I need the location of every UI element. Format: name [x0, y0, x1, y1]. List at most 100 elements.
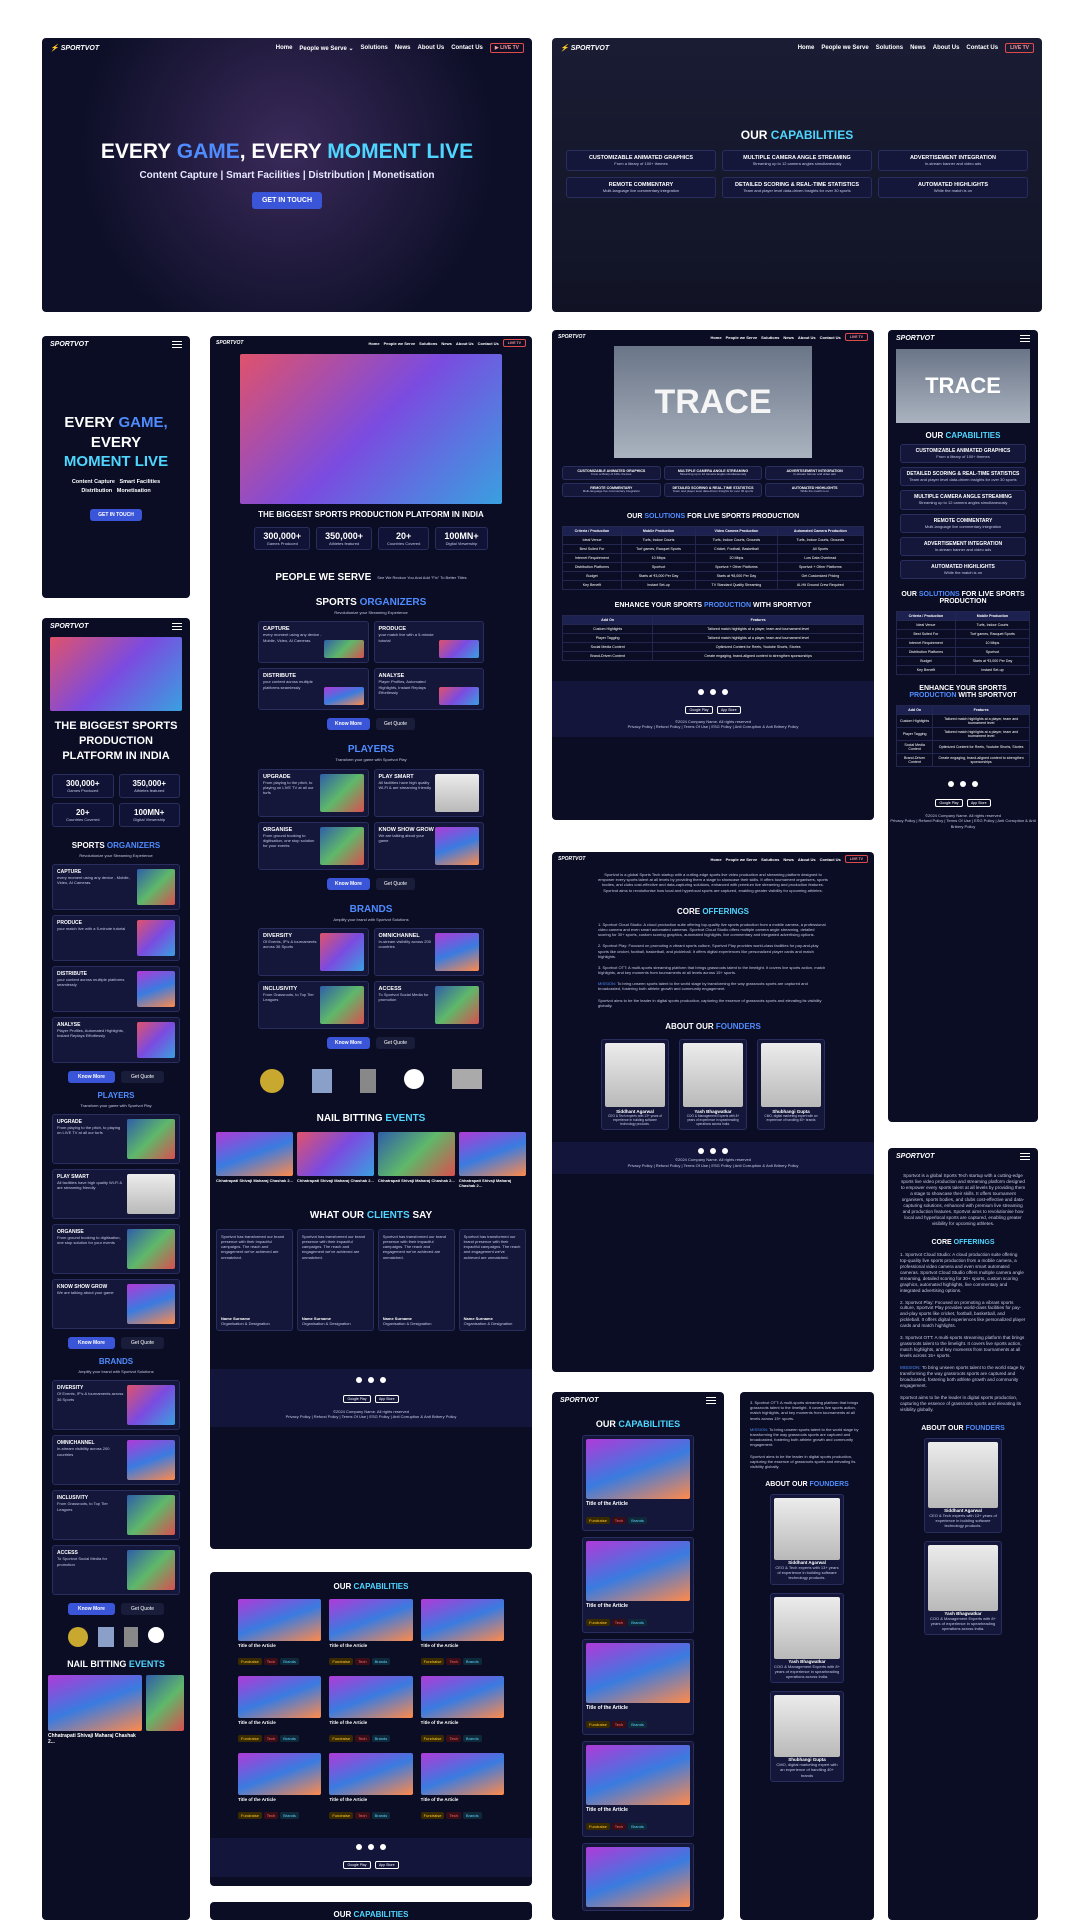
nav-solutions[interactable]: Solutions	[419, 341, 437, 346]
google-play-badge[interactable]: Google Play	[343, 1394, 371, 1403]
get-in-touch-button[interactable]: GET IN TOUCH	[90, 509, 142, 522]
event-card[interactable]: Chhatrapati Shivaji Maharaj Chashak 2...	[377, 1131, 455, 1188]
brand-logo[interactable]: SPORTVOT	[50, 623, 88, 630]
nav-contact[interactable]: Contact Us	[966, 45, 998, 51]
brand-logo[interactable]: SPORTVOT	[558, 334, 585, 340]
nav-about[interactable]: About Us	[798, 335, 816, 340]
nav-news[interactable]: News	[783, 857, 793, 862]
event-card[interactable]: Chhatrapati Shivaji Maharaj Chashak 2...	[296, 1131, 374, 1188]
google-play-badge[interactable]: Google Play	[343, 1861, 371, 1869]
app-store-badge[interactable]: App Store	[966, 799, 991, 808]
app-store-badge[interactable]: App Store	[374, 1394, 399, 1403]
live-tv-button[interactable]: LIVE TV	[844, 333, 868, 341]
google-play-badge[interactable]: Google Play	[935, 799, 963, 808]
get-quote-button[interactable]: Get Quote	[375, 718, 416, 731]
nav-people[interactable]: People we Serve	[821, 45, 868, 51]
get-in-touch-button[interactable]: GET IN TOUCH	[251, 192, 323, 209]
nav-about[interactable]: About Us	[933, 45, 960, 51]
live-tv-button[interactable]: LIVE TV	[502, 339, 526, 347]
social-icons[interactable]	[552, 1148, 874, 1155]
brand-logo[interactable]: ⚡ SPORTVOT	[560, 44, 609, 53]
nav-news[interactable]: News	[441, 341, 451, 346]
nav-people[interactable]: People we Serve	[384, 341, 416, 346]
get-quote-button[interactable]: Get Quote	[375, 877, 416, 890]
brand-logo[interactable]: SPORTVOT	[50, 341, 88, 348]
get-quote-button[interactable]: Get Quote	[375, 1036, 416, 1049]
know-more-button[interactable]: Know More	[67, 1603, 115, 1616]
social-icons[interactable]	[888, 781, 1038, 788]
menu-icon[interactable]	[1020, 335, 1030, 342]
nav-solutions[interactable]: Solutions	[761, 335, 779, 340]
nav-contact[interactable]: Contact Us	[820, 857, 841, 862]
menu-icon[interactable]	[1020, 1153, 1030, 1160]
get-quote-button[interactable]: Get Quote	[120, 1071, 165, 1084]
app-store-badge[interactable]: App Store	[716, 705, 741, 714]
get-quote-button[interactable]: Get Quote	[120, 1337, 165, 1350]
know-more-button[interactable]: Know More	[67, 1337, 115, 1350]
know-more-button[interactable]: Know More	[326, 1036, 370, 1049]
article-card[interactable]: Title of the Article Fundraise Tech Brands	[420, 1676, 504, 1745]
nav-home[interactable]: Home	[368, 341, 379, 346]
nav-news[interactable]: News	[910, 45, 926, 51]
nav-solutions[interactable]: Solutions	[876, 45, 903, 51]
nav-solutions[interactable]: Solutions	[360, 45, 387, 51]
article-card[interactable]: Title of the Article Fundraise Tech Brands	[329, 1753, 413, 1822]
nav-news[interactable]: News	[395, 45, 411, 51]
article-card[interactable]	[582, 1843, 694, 1911]
menu-icon[interactable]	[172, 623, 182, 630]
article-card[interactable]: Title of the Article Fundraise Tech Brands	[582, 1741, 694, 1837]
article-card[interactable]: Title of the Article Fundraise Tech Brands	[582, 1537, 694, 1633]
nav-news[interactable]: News	[783, 335, 793, 340]
nav-people[interactable]: People we Serve	[726, 335, 758, 340]
app-store-badge[interactable]: App Store	[374, 1861, 399, 1869]
footer-links[interactable]: Privacy Policy | Refund Policy | Terms O…	[210, 1414, 532, 1419]
get-quote-button[interactable]: Get Quote	[120, 1603, 165, 1616]
brand-logo[interactable]: SPORTVOT	[558, 856, 585, 862]
live-tv-button[interactable]: LIVE TV	[1005, 43, 1034, 53]
article-card[interactable]: Title of the Article Fundraise Tech Brands	[238, 1753, 322, 1822]
social-icons[interactable]	[552, 688, 874, 695]
events-carousel[interactable]: Chhatrapati Shivaji Maharaj Chashak 2...	[42, 1669, 190, 1751]
event-card[interactable]: Chhatrapati Shivaji Maharaj Chashak 2...	[216, 1131, 293, 1188]
article-card[interactable]: Title of the Article Fundraise Tech Brands	[582, 1435, 694, 1531]
article-card[interactable]: Title of the Article Fundraise Tech Brands	[582, 1639, 694, 1735]
live-tv-button[interactable]: LIVE TV	[844, 855, 868, 863]
events-carousel[interactable]: Chhatrapati Shivaji Maharaj Chashak 2...…	[210, 1124, 532, 1196]
nav-contact[interactable]: Contact Us	[478, 341, 499, 346]
know-more-button[interactable]: Know More	[326, 718, 370, 731]
nav-people[interactable]: People we Serve	[726, 857, 758, 862]
nav-about[interactable]: About Us	[798, 857, 816, 862]
event-card[interactable]: Chhatrapati Shivaji Maharaj Chashak 2...	[458, 1131, 527, 1188]
article-card[interactable]: Title of the Article Fundraise Tech Brands	[329, 1676, 413, 1745]
event-card[interactable]	[146, 1675, 184, 1745]
brand-logo[interactable]: SPORTVOT	[896, 335, 934, 342]
brand-logo[interactable]: ⚡ SPORTVOT	[50, 44, 99, 53]
footer-links[interactable]: Privacy Policy | Refund Policy | Terms O…	[552, 1163, 874, 1168]
nav-home[interactable]: Home	[710, 857, 721, 862]
event-card[interactable]: Chhatrapati Shivaji Maharaj Chashak 2...	[48, 1675, 143, 1745]
google-play-badge[interactable]: Google Play	[685, 705, 713, 714]
know-more-button[interactable]: Know More	[67, 1071, 115, 1084]
article-card[interactable]: Title of the Article Fundraise Tech Brands	[329, 1599, 413, 1668]
brand-logo[interactable]: SPORTVOT	[560, 1397, 598, 1404]
nav-home[interactable]: Home	[710, 335, 721, 340]
nav-solutions[interactable]: Solutions	[761, 857, 779, 862]
article-card[interactable]: Title of the Article Fundraise Tech Brands	[238, 1599, 322, 1668]
nav-home[interactable]: Home	[276, 45, 293, 51]
nav-about[interactable]: About Us	[418, 45, 445, 51]
article-card[interactable]: Title of the Article Fundraise Tech Brands	[420, 1753, 504, 1822]
footer-links[interactable]: Privacy Policy | Refund Policy | Terms O…	[552, 724, 874, 729]
menu-icon[interactable]	[706, 1397, 716, 1404]
live-tv-button[interactable]: ▶ LIVE TV	[489, 43, 524, 53]
menu-icon[interactable]	[172, 341, 182, 348]
footer-links[interactable]: Privacy Policy | Refund Policy | Terms O…	[888, 818, 1038, 828]
brand-logo[interactable]: SPORTVOT	[896, 1153, 934, 1160]
nav-home[interactable]: Home	[798, 45, 815, 51]
article-card[interactable]: Title of the Article Fundraise Tech Brands	[238, 1676, 322, 1745]
nav-about[interactable]: About Us	[456, 341, 474, 346]
brand-logo[interactable]: SPORTVOT	[216, 340, 243, 346]
know-more-button[interactable]: Know More	[326, 877, 370, 890]
social-icons[interactable]	[210, 1376, 532, 1383]
social-icons[interactable]	[210, 1844, 532, 1850]
nav-contact[interactable]: Contact Us	[820, 335, 841, 340]
